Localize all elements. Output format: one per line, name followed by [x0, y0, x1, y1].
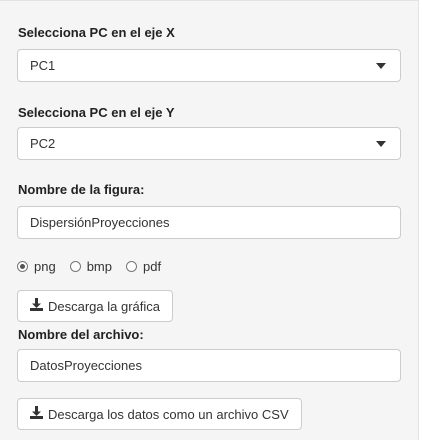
download-icon: [30, 298, 43, 314]
y-axis-select[interactable]: PC2: [17, 127, 401, 160]
y-axis-label: Selecciona PC en el eje Y: [18, 105, 175, 120]
sidebar-panel: Selecciona PC en el eje X PC1 Selecciona…: [0, 0, 419, 440]
download-data-label: Descarga los datos como un archivo CSV: [48, 406, 289, 422]
download-data-button[interactable]: Descarga los datos como un archivo CSV: [17, 398, 302, 430]
figure-name-label: Nombre de la figura:: [18, 182, 145, 197]
format-radio-group: png bmp pdf: [17, 257, 175, 275]
x-axis-selected-value: PC1: [30, 58, 56, 73]
download-icon: [30, 406, 43, 422]
y-axis-selected-value: PC2: [30, 136, 56, 151]
x-axis-select[interactable]: PC1: [17, 49, 401, 82]
chevron-down-icon: [376, 141, 386, 147]
x-axis-label: Selecciona PC en el eje X: [18, 25, 175, 40]
format-option-png[interactable]: png: [17, 259, 56, 274]
radio-unchecked-icon[interactable]: [69, 260, 81, 272]
format-option-bmp[interactable]: bmp: [69, 258, 112, 274]
format-option-label: pdf: [143, 258, 162, 274]
download-plot-label: Descarga la gráfica: [48, 298, 160, 314]
chevron-down-icon: [376, 63, 386, 69]
radio-unchecked-icon[interactable]: [126, 260, 137, 272]
download-plot-button[interactable]: Descarga la gráfica: [17, 290, 173, 322]
radio-checked-icon[interactable]: [17, 260, 28, 272]
file-name-label: Nombre del archivo:: [18, 327, 144, 342]
format-option-pdf[interactable]: pdf: [126, 259, 161, 274]
format-option-label: png: [34, 258, 56, 274]
figure-name-input[interactable]: DispersiónProyecciones: [17, 206, 401, 239]
format-option-label: bmp: [86, 258, 112, 274]
file-name-input[interactable]: DatosProyecciones: [17, 349, 401, 382]
